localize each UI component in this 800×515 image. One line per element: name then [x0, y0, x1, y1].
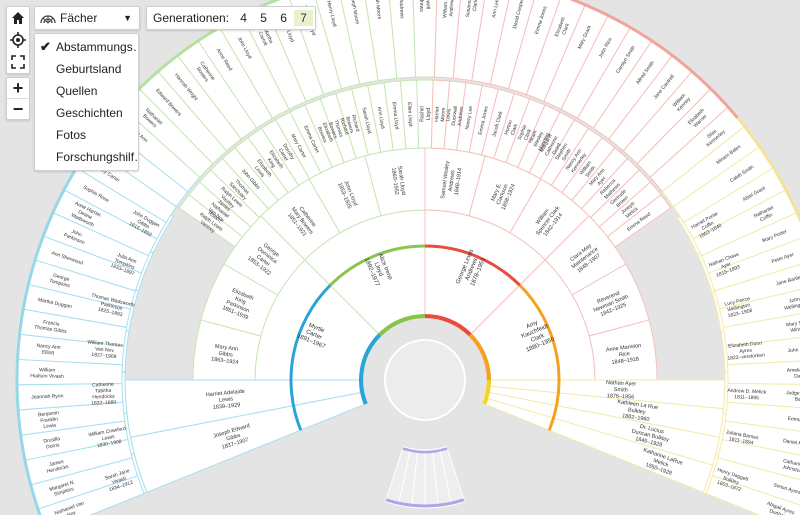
locate-icon[interactable] — [7, 29, 29, 51]
overlay-menu: ✔ Abstammungs… Geburtsland Quellen Geschi… — [34, 33, 139, 171]
person-label: William HardyAndrews Sr. — [442, 0, 456, 19]
menu-item-abstammung[interactable]: ✔ Abstammungs… — [35, 36, 138, 58]
map-controls — [6, 6, 30, 74]
menu-item-label: Fotos — [56, 128, 87, 142]
person-label: CatherineTabithaHendricks1832–1880 — [90, 382, 116, 407]
menu-item-geschichten[interactable]: Geschichten — [35, 102, 138, 124]
fan-icon — [40, 12, 56, 24]
zoom-controls: + − — [6, 77, 30, 120]
view-mode-dropdown[interactable]: Fächer ▼ — [34, 6, 140, 30]
generation-option-6[interactable]: 6 — [274, 10, 293, 26]
menu-item-geburtsland[interactable]: Geburtsland — [35, 58, 138, 80]
center-hole[interactable] — [384, 339, 466, 421]
menu-item-fotos[interactable]: Fotos — [35, 124, 138, 146]
generations-label: Generationen: — [153, 11, 230, 25]
generation-option-7[interactable]: 7 — [294, 10, 314, 26]
menu-item-label: Abstammungs… — [56, 40, 138, 54]
person-label: John Bulkley — [787, 346, 800, 354]
menu-item-label: Quellen — [56, 84, 98, 98]
zoom-out-button[interactable]: − — [7, 99, 29, 119]
view-mode-label: Fächer — [60, 11, 98, 25]
generation-option-4[interactable]: 4 — [234, 10, 253, 26]
chevron-down-icon: ▼ — [123, 13, 132, 23]
menu-item-label: Forschungshilf… — [56, 150, 138, 164]
person-label: RachelLloyd — [420, 106, 432, 122]
menu-item-label: Geschichten — [56, 106, 123, 120]
zoom-in-button[interactable]: + — [7, 78, 29, 99]
generations-selector: Generationen: 4 5 6 7 — [146, 6, 317, 30]
menu-item-forschungshilfen[interactable]: Forschungshilf… — [35, 146, 138, 168]
home-icon[interactable] — [7, 7, 29, 29]
checkmark-icon: ✔ — [40, 39, 51, 54]
generation-option-5[interactable]: 5 — [254, 10, 273, 26]
menu-item-label: Geburtsland — [56, 62, 122, 76]
menu-item-quellen[interactable]: Quellen — [35, 80, 138, 102]
fullscreen-icon[interactable] — [7, 51, 29, 73]
